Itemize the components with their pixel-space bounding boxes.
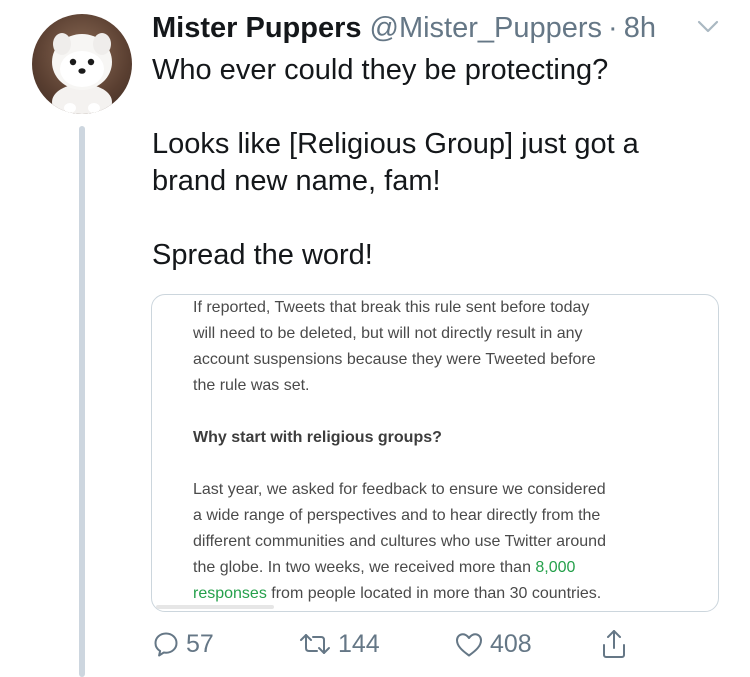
attached-image-card[interactable]: If reported, Tweets that break this rule… [151, 294, 719, 612]
retweet-icon [298, 630, 332, 658]
reply-count: 57 [186, 629, 214, 658]
card-text-segment: from people located in more than 30 coun… [266, 585, 602, 602]
share-icon [600, 628, 628, 660]
screenshot-text: If reported, Tweets that break this rule… [193, 295, 683, 607]
tweet-text-line: Spread the word! [152, 239, 373, 271]
card-text-line: the rule was set. [193, 377, 310, 394]
card-text-line: a wide range of perspectives and to hear… [193, 507, 601, 524]
card-text-line: will need to be deleted, but will not di… [193, 325, 583, 342]
tweet-timestamp[interactable]: 8h [624, 12, 656, 45]
like-button[interactable]: 408 [454, 626, 532, 662]
tweet-text-line: brand new name, fam! [152, 165, 441, 197]
avatar[interactable] [32, 14, 132, 114]
card-text-line: responses from people located in more th… [193, 581, 683, 607]
heart-icon [454, 630, 484, 658]
like-count: 408 [490, 629, 532, 658]
user-handle[interactable]: @Mister_Puppers [370, 12, 603, 45]
tweet-text-line: Who ever could they be protecting? [152, 54, 609, 86]
card-text-line: different communities and cultures who u… [193, 533, 606, 550]
card-text-line: account suspensions because they were Tw… [193, 351, 596, 368]
responses-count-link[interactable]: 8,000 [535, 559, 575, 576]
display-name[interactable]: Mister Puppers [152, 12, 362, 45]
retweet-button[interactable]: 144 [298, 626, 380, 662]
tweet-header: Mister Puppers @Mister_Puppers · 8h [152, 8, 656, 48]
retweet-count: 144 [338, 629, 380, 658]
chevron-down-icon[interactable] [696, 18, 720, 36]
separator-dot: · [608, 11, 618, 44]
card-scrollbar [156, 605, 274, 609]
thread-line [79, 126, 85, 677]
card-text-segment: the globe. In two weeks, we received mor… [193, 559, 536, 576]
reply-button[interactable]: 57 [152, 626, 214, 662]
tweet-text: Who ever could they be protecting? Looks… [152, 52, 722, 274]
responses-link[interactable]: responses [193, 585, 267, 602]
card-text-line: If reported, Tweets that break this rule… [193, 299, 590, 316]
tweet-text-line: Looks like [Religious Group] just got a [152, 128, 639, 160]
reply-icon [152, 630, 180, 658]
pomeranian-puppy-avatar [52, 33, 112, 114]
share-button[interactable] [600, 626, 628, 662]
card-heading: Why start with religious groups? [193, 429, 442, 446]
card-text-line: Last year, we asked for feedback to ensu… [193, 481, 606, 498]
card-text-line: the globe. In two weeks, we received mor… [193, 555, 683, 581]
